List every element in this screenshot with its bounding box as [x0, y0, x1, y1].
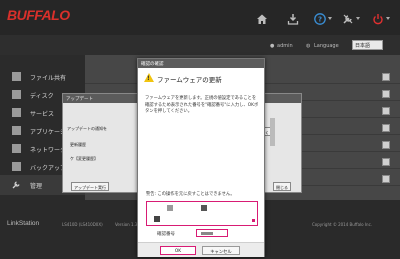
sidebar-item-label: ディスク [30, 93, 54, 100]
language-select[interactable]: 日本語 [352, 40, 383, 50]
help-icon[interactable]: ? [314, 13, 328, 25]
captcha-glyph [167, 205, 173, 211]
modal-description: ファームウェアを更新します。正規の値設定であることを確認するため表示された番号を… [145, 96, 259, 114]
warning-message: 警告: この操作を元に戻すことはできません。 [146, 192, 235, 197]
folder-icon [12, 72, 21, 81]
sidebar-item-label: ファイル共有 [30, 75, 67, 82]
sidebar-item-label: バックアップ [30, 165, 67, 172]
update-notice-label: アップデートの通知を [67, 126, 107, 131]
code-input-text [201, 231, 213, 235]
update-history-label: 更新履歴 [70, 142, 86, 147]
backup-icon [12, 162, 21, 171]
chevron-down-icon[interactable] [356, 17, 360, 20]
edit-icon[interactable] [382, 107, 390, 115]
run-update-button[interactable]: アップデート実行 [71, 182, 109, 191]
globe-icon: ◍ [306, 43, 311, 49]
disk-icon [12, 90, 21, 99]
app-icon [12, 126, 21, 135]
update-history-entry: ケ【変更履歴】 [70, 156, 98, 161]
brand-logo: BUFFALO [7, 7, 70, 23]
model-name: LS410D (LS410D0X) [62, 222, 103, 227]
sub-header: ● admin ◍ Language [0, 35, 400, 55]
captcha-image [146, 201, 258, 226]
edit-icon[interactable] [382, 175, 390, 183]
scrollbar[interactable] [270, 118, 275, 146]
version-text: Version 1.3 [115, 222, 138, 227]
modal-footer: OK キャンセル [138, 242, 264, 257]
power-icon[interactable] [372, 13, 386, 25]
top-bar: BUFFALO ? [0, 0, 400, 35]
modal-heading: ファームウェアの更新 [157, 76, 222, 84]
captcha-glyph [201, 205, 207, 211]
edit-icon[interactable] [382, 158, 390, 166]
network-icon [12, 144, 21, 153]
code-label: 確認番号 [157, 232, 175, 237]
edit-icon[interactable] [382, 141, 390, 149]
edit-icon[interactable] [382, 124, 390, 132]
edit-icon[interactable] [382, 90, 390, 98]
warning-icon-mark: ! [147, 75, 150, 82]
code-input[interactable] [196, 229, 228, 237]
product-name: LinkStation [7, 220, 40, 227]
user-icon: ● [270, 43, 275, 49]
sidebar-item-file-share[interactable]: ファイル共有 [0, 67, 85, 87]
home-icon[interactable] [256, 13, 270, 25]
sidebar-item-label: サービス [30, 111, 55, 118]
sidebar-item-label: 管理 [30, 183, 43, 190]
chevron-down-icon[interactable] [386, 17, 390, 20]
firmware-update-modal: 確認の確認 ! ファームウェアの更新 ファームウェアを更新します。正規の値設定で… [137, 58, 265, 257]
user-name[interactable]: admin [277, 43, 293, 49]
captcha-glyph [154, 216, 160, 222]
edit-icon[interactable] [382, 73, 390, 81]
svg-text:?: ? [318, 16, 322, 24]
close-button[interactable]: 閉じる [273, 182, 291, 191]
modal-title: 確認の確認 [138, 59, 264, 68]
download-icon[interactable] [287, 13, 301, 25]
copyright-text: Copyright © 2014 Buffalo Inc. [312, 222, 373, 227]
service-icon [12, 108, 21, 117]
ok-button[interactable]: OK [160, 246, 196, 255]
wrench-icon [12, 180, 21, 189]
cancel-button[interactable]: キャンセル [202, 246, 240, 255]
tools-icon[interactable] [342, 13, 356, 25]
chevron-down-icon[interactable] [328, 17, 332, 20]
sidebar-item-label: ネットワーク [30, 147, 67, 154]
captcha-glyph [252, 219, 255, 222]
language-label: Language [314, 43, 339, 49]
